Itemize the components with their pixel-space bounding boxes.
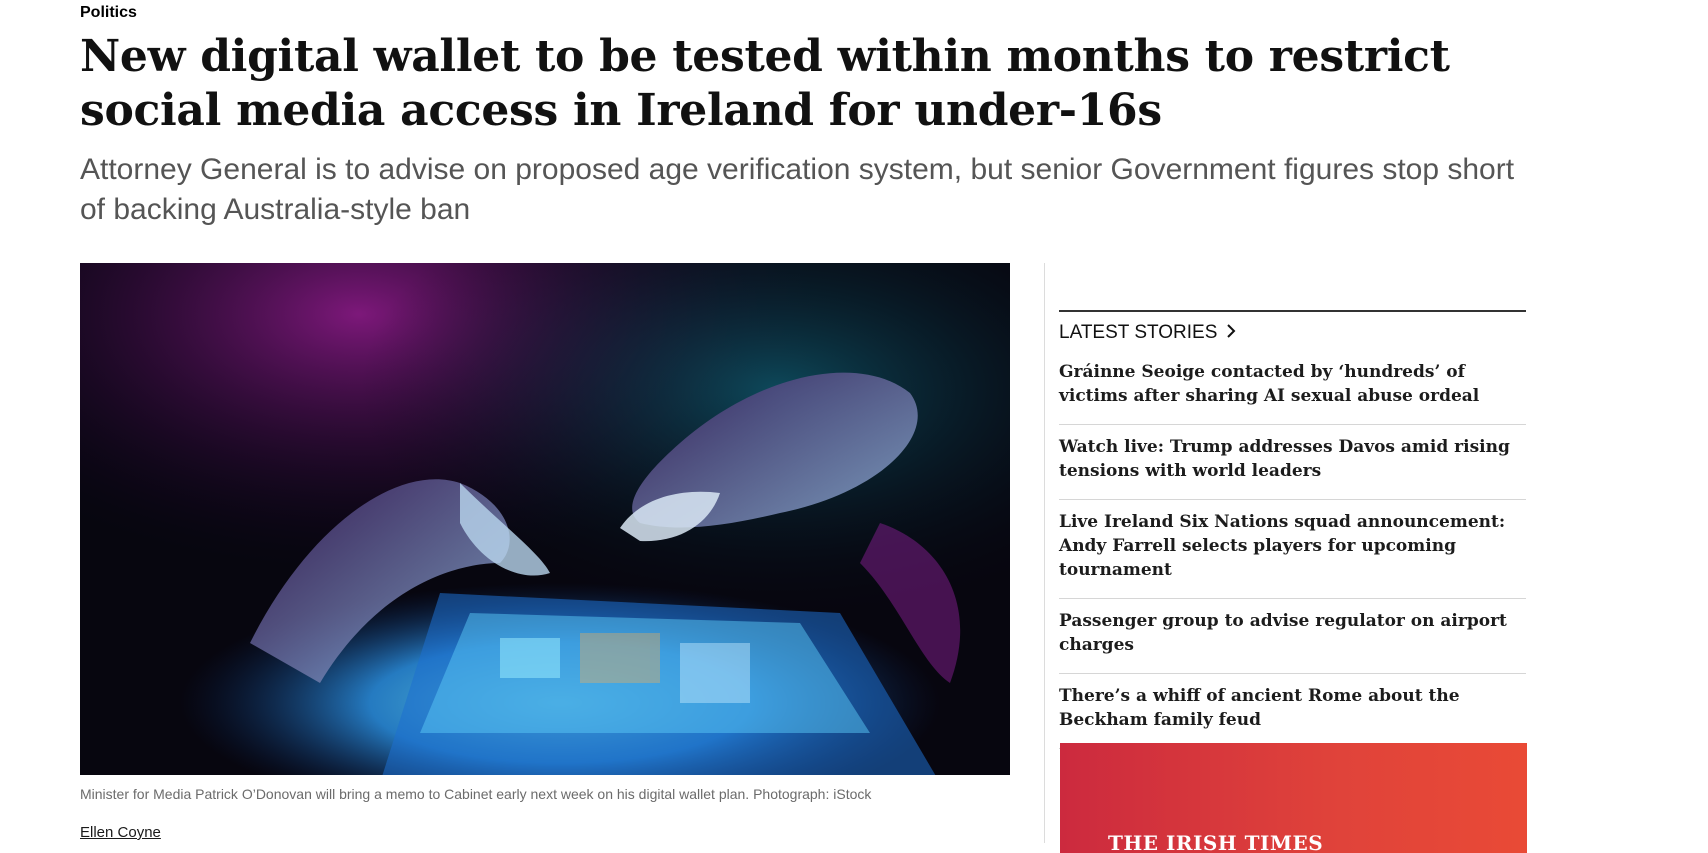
latest-stories-panel: LATEST STORIES Gráinne Seoige contacted … (1059, 310, 1526, 749)
latest-story-link[interactable]: Watch live: Trump addresses Davos amid r… (1059, 425, 1526, 500)
latest-story-link[interactable]: There’s a whiff of ancient Rome about th… (1059, 674, 1526, 749)
latest-story-link[interactable]: Live Ireland Six Nations squad announcem… (1059, 500, 1526, 599)
hero-illustration (80, 263, 1010, 775)
latest-stories-heading: LATEST STORIES (1059, 322, 1218, 343)
chevron-right-icon (1225, 322, 1237, 344)
latest-stories-list: Gráinne Seoige contacted by ‘hundreds’ o… (1059, 358, 1526, 749)
latest-story-link[interactable]: Gráinne Seoige contacted by ‘hundreds’ o… (1059, 358, 1526, 425)
irish-times-promo-banner[interactable]: THE IRISH TIMES (1060, 743, 1527, 853)
column-divider (1044, 263, 1045, 843)
hero-image (80, 263, 1010, 775)
image-caption: Minister for Media Patrick O’Donovan wil… (80, 786, 872, 802)
article-headline: New digital wallet to be tested within m… (80, 31, 1450, 136)
latest-story-link[interactable]: Passenger group to advise regulator on a… (1059, 599, 1526, 674)
promo-brand-logo: THE IRISH TIMES (1108, 831, 1324, 853)
article-standfirst: Attorney General is to advise on propose… (80, 153, 1515, 226)
latest-stories-heading-link[interactable]: LATEST STORIES (1059, 322, 1526, 344)
section-link-politics[interactable]: Politics (80, 4, 137, 22)
byline-author-link[interactable]: Ellen Coyne (80, 824, 161, 841)
latest-stories-rule (1059, 310, 1526, 312)
